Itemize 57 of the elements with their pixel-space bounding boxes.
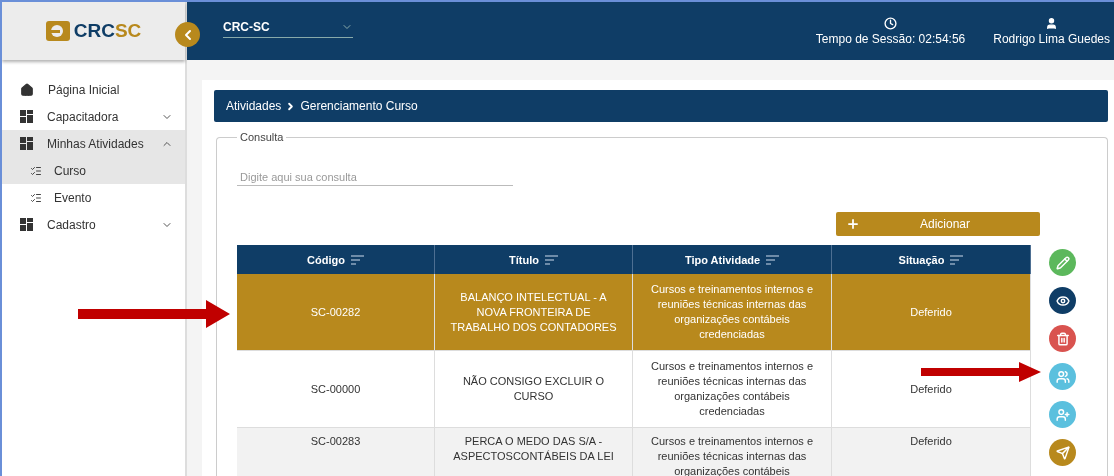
table-cell: Cursos e treinamentos internos e reuniões técnicas internas das organizações contábeis credenciadas [633, 274, 832, 351]
column-header[interactable]: Situação [832, 245, 1031, 274]
table-cell: SC-00282 [237, 274, 435, 351]
table-cell: SC-00000 [237, 351, 435, 428]
logo-icon [45, 21, 70, 41]
home-icon [20, 82, 34, 97]
table-cell: NÃO CONSIGO EXCLUIR O CURSO [435, 351, 633, 428]
clock-icon [884, 16, 898, 30]
panel-legend: Consulta [237, 131, 287, 143]
user-name[interactable]: Rodrigo Lima Guedes [993, 31, 1110, 46]
table-cell: Deferido [832, 351, 1031, 428]
sidebar-subitem[interactable]: Curso [2, 157, 185, 184]
grid-icon [20, 137, 33, 150]
logo-text: CRC [73, 20, 115, 42]
column-header[interactable]: Tipo Atividade [633, 245, 832, 274]
sort-icon[interactable] [350, 254, 364, 265]
column-header[interactable]: Código [237, 245, 435, 274]
plus-icon [846, 217, 860, 231]
edit-button[interactable] [1049, 249, 1076, 276]
list-check-icon [30, 191, 42, 204]
collapse-button[interactable] [175, 22, 200, 47]
users-icon [1055, 369, 1070, 384]
breadcrumb-link[interactable]: Atividades [226, 99, 282, 113]
sidebar-item[interactable]: Capacitadora [2, 103, 185, 130]
list-check-icon [30, 164, 42, 177]
sidebar-item[interactable]: Minhas Atividades [2, 130, 185, 157]
grid-icon [20, 218, 33, 231]
sidebar-item[interactable]: Página Inicial [2, 76, 185, 103]
search-field[interactable]: Digite aqui sua consulta [237, 169, 513, 186]
user-plus-icon [1055, 407, 1070, 422]
grid-icon [20, 110, 33, 123]
session-time: Tempo de Sessão: 02:54:56 [815, 31, 966, 46]
trash-icon [1055, 331, 1070, 346]
table-cell: BALANÇO INTELECTUAL - A NOVA FRONTEIRA DE TRABALHO DOS CONTADORES [435, 274, 633, 351]
table-cell: Deferido [832, 274, 1031, 351]
unit-select[interactable]: CRC-SC [223, 20, 353, 38]
table-cell: Deferido [832, 428, 1031, 476]
eye-icon [1055, 293, 1070, 308]
logo-text: SC [114, 20, 142, 42]
pencil-icon [1055, 255, 1070, 270]
sort-icon[interactable] [950, 254, 964, 265]
send-button[interactable] [1049, 439, 1076, 466]
sidebar-subitem[interactable]: Evento [2, 184, 185, 211]
table-cell: PERCA O MEDO DAS S/A - ASPECTOSCONTÁBEIS DA LEI [435, 428, 633, 476]
participants-button[interactable] [1049, 363, 1076, 390]
user-icon [1045, 16, 1059, 30]
column-header[interactable]: Título [435, 245, 633, 274]
sort-icon[interactable] [544, 254, 558, 265]
delete-button[interactable] [1049, 325, 1076, 352]
add-person-button[interactable] [1049, 401, 1076, 428]
sidebar-item[interactable]: Cadastro [2, 211, 185, 238]
table-cell: SC-00283 [237, 428, 435, 476]
breadcrumb-current: Gerenciamento Curso [300, 99, 418, 113]
view-button[interactable] [1049, 287, 1076, 314]
sort-icon[interactable] [766, 254, 780, 265]
table-cell: Cursos e treinamentos internos e reuniões técnicas internas das organizações contábeis credenciadas [633, 351, 832, 428]
send-icon [1055, 445, 1070, 460]
